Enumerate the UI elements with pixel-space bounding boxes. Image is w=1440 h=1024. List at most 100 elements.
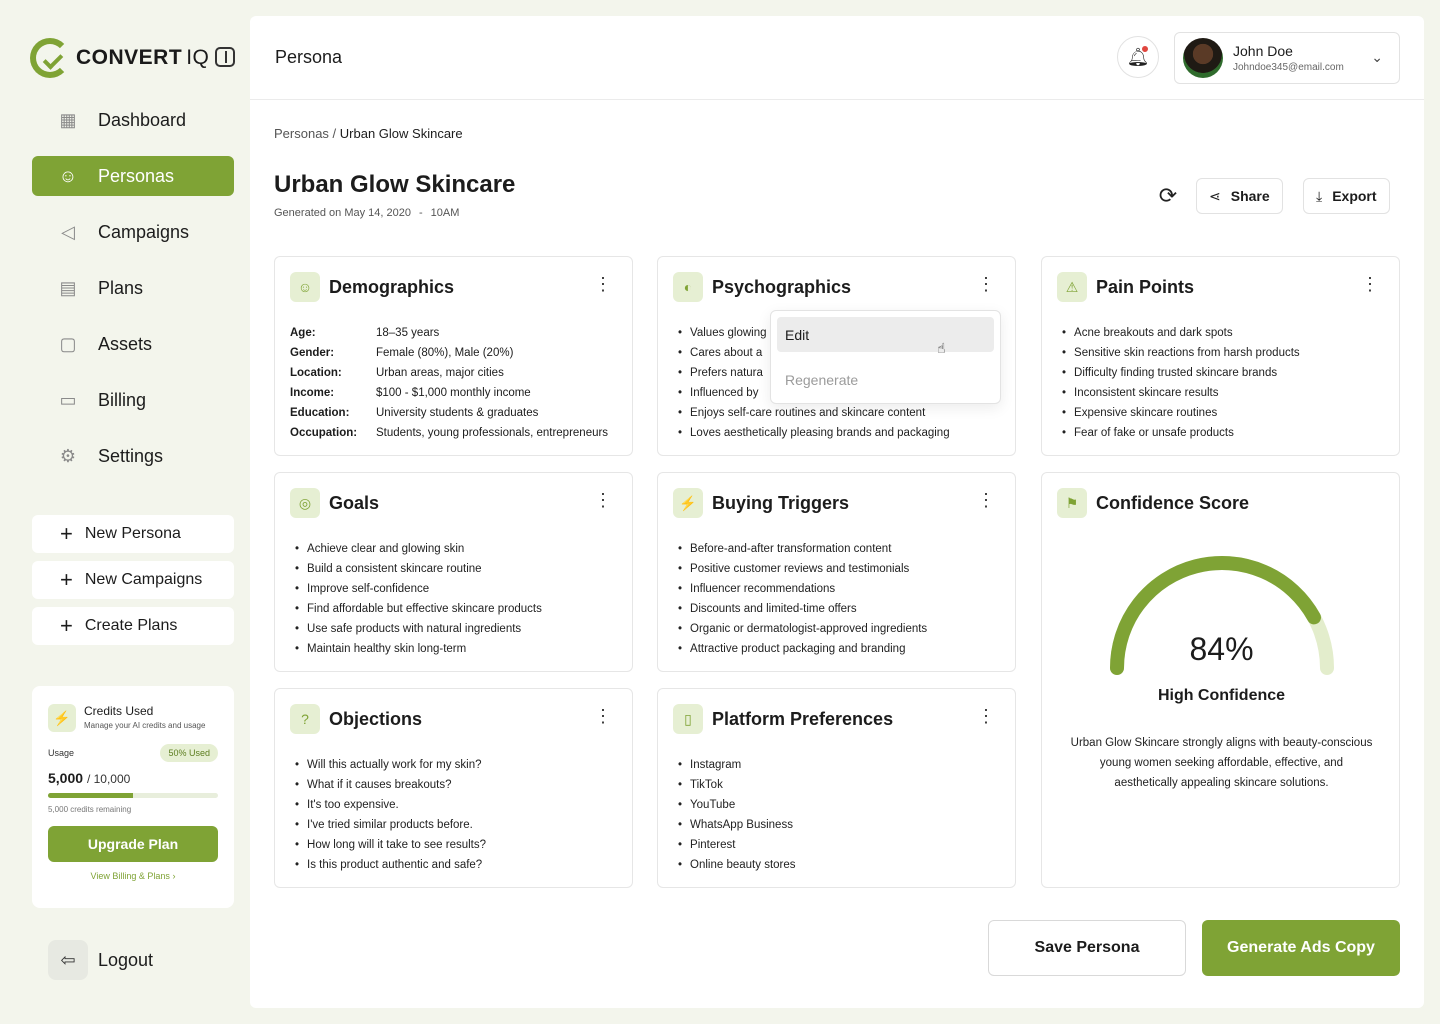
more-options-icon[interactable]: ⋮ — [594, 275, 612, 293]
more-options-icon[interactable]: ⋮ — [977, 707, 995, 725]
download-icon: ⤓ — [1316, 187, 1323, 204]
sidebar-item-settings[interactable]: ⚙ Settings — [32, 436, 234, 476]
pain-points-list: Acne breakouts and dark spots Sensitive … — [1062, 323, 1300, 443]
list-item: Acne breakouts and dark spots — [1062, 323, 1300, 343]
folder-icon: ▢ — [59, 333, 77, 354]
sidebar-nav: ▦ Dashboard ☺ Personas ◁ Campaigns ▤ Plans ▢… — [32, 100, 234, 492]
create-plans-button[interactable]: + Create Plans — [32, 607, 234, 645]
list-item: Difficulty finding trusted skincare bran… — [1062, 363, 1300, 383]
brand[interactable]: CONVERT IQ — [30, 38, 209, 78]
menu-item-regenerate[interactable]: Regenerate — [777, 362, 994, 397]
list-item: Improve self-confidence — [295, 579, 542, 599]
breadcrumb-parent[interactable]: Personas / — [274, 126, 336, 141]
usage-progress-bar — [48, 793, 218, 798]
generate-ads-copy-button[interactable]: Generate Ads Copy — [1202, 920, 1400, 976]
credits-title: Credits Used — [84, 704, 154, 718]
list-item: Before-and-after transformation content — [678, 539, 927, 559]
hand-cursor-icon: ☝︎ — [937, 340, 946, 356]
more-options-icon[interactable]: ⋮ — [1361, 275, 1379, 293]
usage-progress-fill — [48, 793, 133, 798]
demographics-list: Age: 18–35 years Gender: Female (80%), Mal… — [290, 323, 608, 443]
notification-bell-icon[interactable]: 🔔︎ — [1117, 36, 1159, 78]
card-title: Buying Triggers — [712, 492, 850, 513]
generated-date: Generated on May 14, 2020-10AM — [274, 207, 460, 219]
buying-triggers-card: ⚡ Buying Triggers ⋮ Before-and-after tran… — [657, 472, 1016, 672]
sidebar-collapse-icon[interactable] — [215, 47, 235, 67]
gear-icon: ⚙ — [59, 445, 77, 466]
logout-button[interactable]: ⇦ Logout — [48, 940, 153, 980]
page-title: Urban Glow Skincare — [274, 171, 516, 198]
more-options-icon[interactable]: ⋮ — [594, 491, 612, 509]
list-item: Pinterest — [678, 835, 796, 855]
list-item: Occupation: Students, young professionals… — [290, 427, 609, 439]
users-icon: ☺ — [58, 165, 78, 186]
sidebar: CONVERT IQ ▦ Dashboard ☺ Personas ◁ Campaign… — [0, 0, 250, 1024]
demographics-card: ☺ Demographics ⋮ Age: 18–35 years Gender: F… — [274, 256, 633, 456]
list-item: Positive customer reviews and testimonia… — [678, 559, 927, 579]
sidebar-item-plans[interactable]: ▤ Plans — [32, 268, 234, 308]
grid-icon: ▦ — [59, 109, 77, 130]
flag-icon: ⚑ — [1057, 488, 1087, 518]
upgrade-plan-button[interactable]: Upgrade Plan — [48, 826, 218, 862]
save-persona-button[interactable]: Save Persona — [988, 920, 1186, 976]
list-item: Online beauty stores — [678, 855, 795, 875]
list-item: Will this actually work for my skin? — [295, 755, 486, 775]
share-icon: ⋖ — [1209, 187, 1221, 204]
list-item: Location: Urban areas, major cities — [290, 367, 504, 379]
list-item: Education: University students & graduate… — [290, 407, 539, 419]
objections-card: ? Objections ⋮ Will this actually work fo… — [274, 688, 633, 888]
list-item: Enjoys self-care routines and skincare c… — [678, 403, 950, 423]
user-menu[interactable]: John Doe Johndoe345@email.com ⌄ — [1174, 32, 1400, 84]
card-title: Pain Points — [1096, 276, 1195, 297]
list-item: Sensitive skin reactions from harsh prod… — [1062, 343, 1300, 363]
objections-list: Will this actually work for my skin? Wha… — [295, 755, 486, 875]
more-options-icon[interactable]: ⋮ — [977, 275, 995, 293]
sidebar-item-dashboard[interactable]: ▦ Dashboard — [32, 100, 234, 140]
card-title: Confidence Score — [1096, 492, 1250, 513]
new-campaigns-button[interactable]: + New Campaigns — [32, 561, 234, 599]
new-persona-button[interactable]: + New Persona — [32, 515, 234, 553]
list-item: Is this product authentic and safe? — [295, 855, 486, 875]
card-options-menu: Edit Regenerate — [770, 310, 1001, 404]
card-title: Objections — [329, 708, 423, 729]
confidence-score-card: ⚑ Confidence Score 84% High Confidence Ur… — [1041, 472, 1400, 888]
more-options-icon[interactable]: ⋮ — [594, 707, 612, 725]
sidebar-item-billing[interactable]: ▭ Billing — [32, 380, 234, 420]
phone-icon: ▯ — [673, 704, 703, 734]
users-icon: ☺ — [290, 272, 320, 302]
list-item: Discounts and limited-time offers — [678, 599, 927, 619]
sidebar-item-campaigns[interactable]: ◁ Campaigns — [32, 212, 234, 252]
list-item: Find affordable but effective skincare p… — [295, 599, 542, 619]
credits-panel: ⚡ Credits Used Manage your AI credits an… — [32, 686, 234, 908]
card-title: Goals — [329, 492, 380, 513]
credits-remaining: 5,000 credits remaining — [48, 805, 132, 814]
megaphone-icon: ◁ — [61, 221, 75, 242]
list-item: Fear of fake or unsafe products — [1062, 423, 1300, 443]
lightning-icon: ⚡ — [48, 704, 76, 732]
refresh-icon[interactable]: ⟳ — [1154, 182, 1182, 210]
view-billing-link[interactable]: View Billing & Plans › — [48, 871, 218, 881]
menu-item-edit[interactable]: Edit — [777, 317, 994, 352]
quick-actions: + New Persona + New Campaigns + Create Plan… — [32, 515, 234, 653]
platform-preferences-card: ▯ Platform Preferences ⋮ Instagram TikTok… — [657, 688, 1016, 888]
goals-list: Achieve clear and glowing skin Build a c… — [295, 539, 542, 659]
chevron-down-icon: ⌄ — [1371, 49, 1383, 65]
confidence-label: High Confidence — [1157, 687, 1286, 704]
list-item: Loves aesthetically pleasing brands and … — [678, 423, 950, 443]
user-email: Johndoe345@email.com — [1233, 62, 1344, 73]
list-item: Influencer recommendations — [678, 579, 927, 599]
more-options-icon[interactable]: ⋮ — [977, 491, 995, 509]
list-item: Instagram — [678, 755, 796, 775]
logout-icon: ⇦ — [48, 940, 88, 980]
share-button[interactable]: ⋖ Share — [1196, 178, 1283, 214]
confidence-description: Urban Glow Skincare strongly aligns with… — [1070, 737, 1373, 789]
sidebar-item-personas[interactable]: ☺ Personas — [32, 156, 234, 196]
brand-name: CONVERT IQ — [76, 46, 210, 69]
brain-icon: ◐ — [673, 272, 703, 302]
breadcrumb-current: Urban Glow Skincare — [339, 126, 463, 141]
sidebar-item-assets[interactable]: ▢ Assets — [32, 324, 234, 364]
notification-dot — [1142, 46, 1148, 52]
export-button[interactable]: ⤓ Export — [1303, 178, 1390, 214]
warning-icon: ⚠︎ — [1057, 272, 1087, 302]
plus-icon: + — [60, 521, 73, 546]
